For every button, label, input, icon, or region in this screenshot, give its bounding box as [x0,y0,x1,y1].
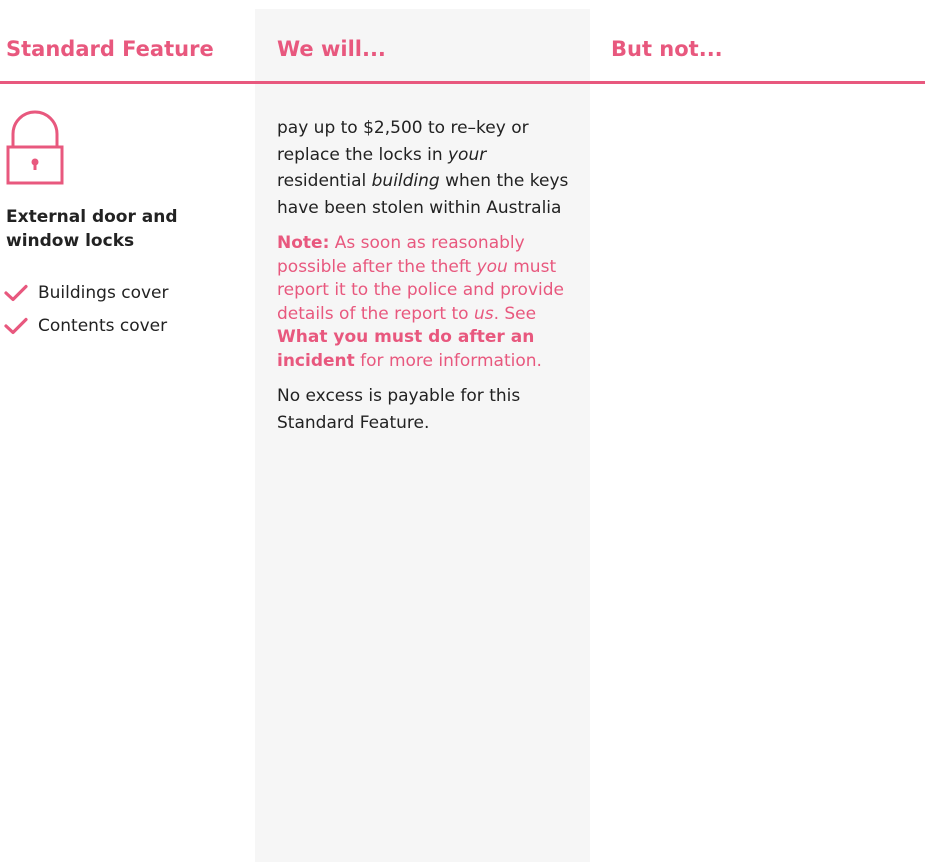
checkmark-icon [4,317,28,334]
header-we-will: We will... [277,37,386,61]
note-label: Note: [277,233,330,253]
list-item: Buildings cover [4,276,168,309]
header-standard-feature: Standard Feature [6,37,214,61]
header-but-not: But not... [611,37,723,61]
checkmark-icon [4,284,28,301]
cover-list: Buildings cover Contents cover [4,276,168,342]
lock-icon [6,110,64,185]
text-run: pay up to $2,500 to re–key or replace th… [277,118,529,165]
cover-label-contents: Contents cover [38,315,168,336]
header-divider [0,81,925,84]
policy-table: Standard Feature We will... But not... E… [0,0,925,862]
we-will-content: pay up to $2,500 to re–key or replace th… [277,115,577,436]
defined-term: building [371,171,440,191]
cover-label-buildings: Buildings cover [38,282,169,303]
list-item: Contents cover [4,309,168,342]
benefit-description: pay up to $2,500 to re–key or replace th… [277,115,577,221]
defined-term: us [473,303,494,324]
text-run: . See [493,303,537,324]
defined-term: your [448,144,487,165]
text-run: residential [277,171,372,191]
feature-title: External door and window locks [6,207,178,251]
note-paragraph: Note: As soon as reasonably possible aft… [277,232,577,373]
text-run: for more information. [354,350,542,371]
excess-statement: No excess is payable for this Standard F… [277,386,521,433]
defined-term: you [476,256,508,277]
